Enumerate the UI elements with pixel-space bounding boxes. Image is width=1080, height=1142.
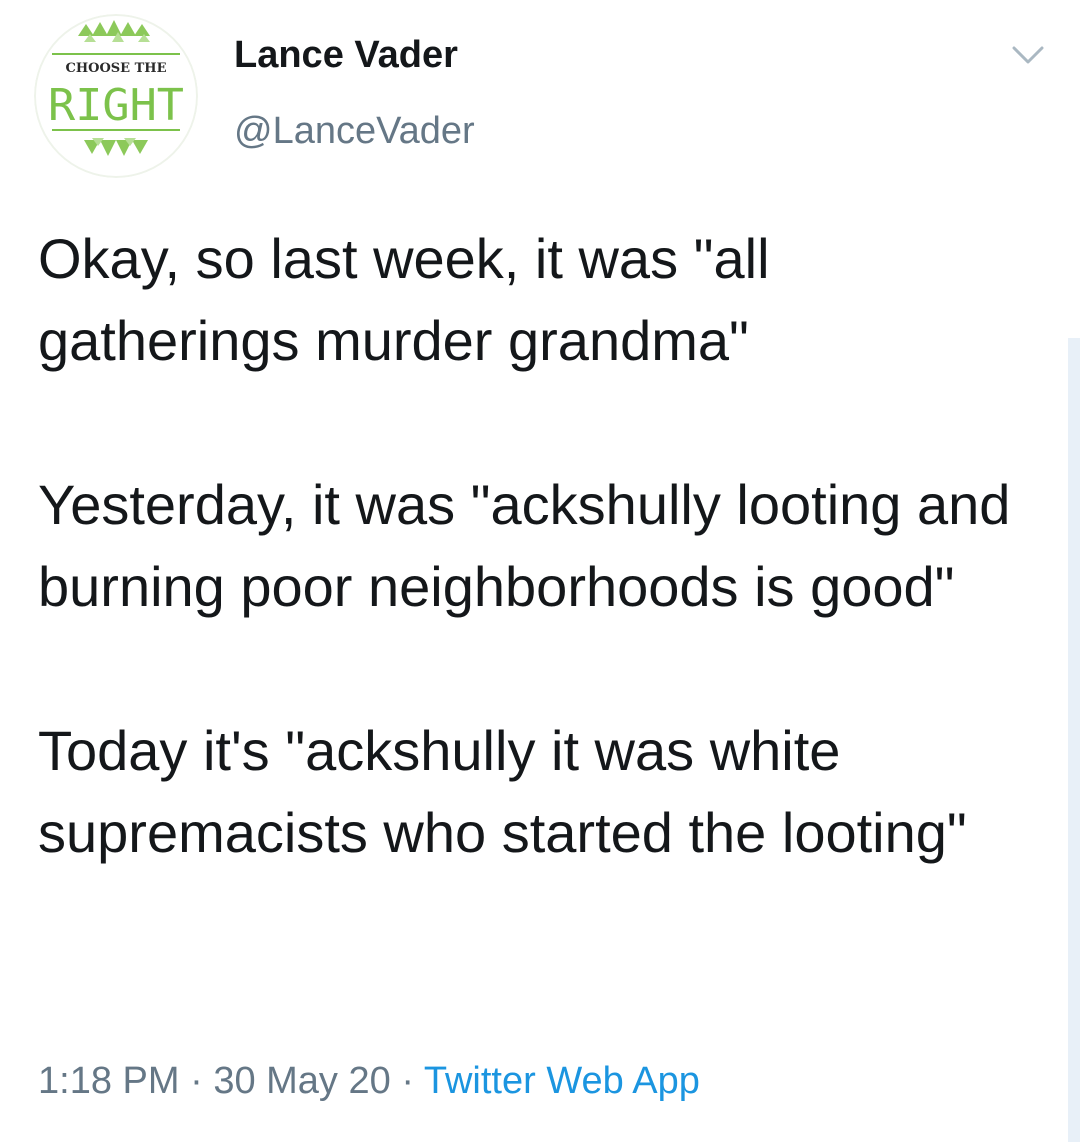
avatar-logo: CHOOSE THE RIGHT <box>34 14 198 178</box>
tweet-text: Okay, so last week, it was "all gatherin… <box>38 218 1038 874</box>
meta-separator: · <box>179 1060 214 1102</box>
tweet-paragraph: Yesterday, it was "ackshully looting and… <box>38 473 1011 618</box>
user-handle[interactable]: @LanceVader <box>234 110 475 153</box>
tweet-metadata: 1:18 PM · 30 May 20 · Twitter Web App <box>38 1060 700 1103</box>
tweet-paragraph: Okay, so last week, it was "all gatherin… <box>38 227 770 372</box>
tweet-date[interactable]: 30 May 20 <box>213 1060 390 1102</box>
avatar-text-main: RIGHT <box>48 80 184 131</box>
display-name[interactable]: Lance Vader <box>234 34 458 77</box>
chevron-down-icon[interactable] <box>1008 40 1048 70</box>
tweet-source-link[interactable]: Twitter Web App <box>424 1060 700 1102</box>
tweet-card: CHOOSE THE RIGHT Lance Vader @LanceVader… <box>0 0 1080 1142</box>
meta-separator: · <box>390 1060 424 1102</box>
scrollbar[interactable] <box>1068 338 1080 1142</box>
avatar-text-top: CHOOSE THE <box>66 61 167 76</box>
avatar[interactable]: CHOOSE THE RIGHT <box>34 14 198 178</box>
tweet-paragraph: Today it's "ackshully it was white supre… <box>38 719 967 864</box>
tweet-time[interactable]: 1:18 PM <box>38 1060 180 1102</box>
